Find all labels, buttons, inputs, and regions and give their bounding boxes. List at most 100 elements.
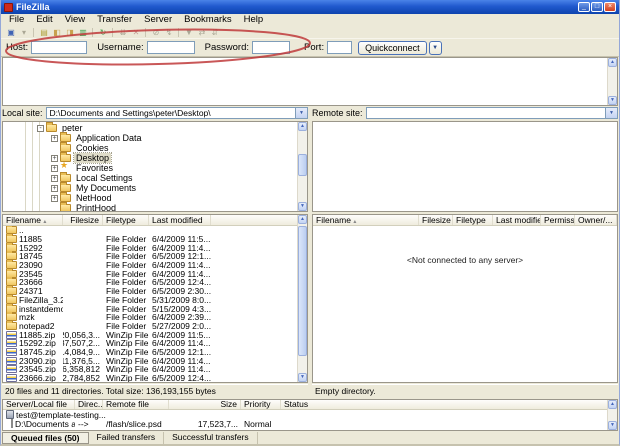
scroll-down-icon[interactable]: ▼: [298, 373, 307, 382]
queue-tabs: Queued files (50)Failed transfersSuccess…: [2, 431, 618, 444]
tree-expander-icon[interactable]: +: [51, 165, 58, 172]
filter-icon[interactable]: ▼: [183, 27, 195, 38]
scroll-down-icon[interactable]: ▼: [608, 421, 617, 430]
refresh-icon[interactable]: ↻: [97, 27, 109, 38]
menu-item[interactable]: Transfer: [91, 14, 138, 26]
site-manager-dropdown-icon[interactable]: ▾: [18, 27, 30, 38]
tree-expander-icon[interactable]: +: [51, 195, 58, 202]
tree-expander-icon[interactable]: +: [51, 135, 58, 142]
tab-successful-transfers[interactable]: Successful transfers: [164, 432, 258, 444]
process-queue-icon[interactable]: ⇊: [117, 27, 129, 38]
queue-scrollbar[interactable]: ▲ ▼: [607, 400, 617, 430]
column-header-remote-file[interactable]: Remote file: [103, 400, 169, 409]
column-header-filetype[interactable]: Filetype: [103, 215, 149, 225]
scroll-up-icon[interactable]: ▲: [608, 58, 617, 67]
toolbar-separator[interactable]: [178, 28, 180, 37]
column-header-last-modified[interactable]: Last modified: [493, 215, 541, 225]
username-input[interactable]: [147, 41, 195, 54]
local-site-combo[interactable]: D:\Documents and Settings\peter\Desktop\…: [46, 107, 308, 119]
toolbar-separator[interactable]: [112, 28, 114, 37]
local-file-list: Filename ▴ Filesize Filetype Last modifi…: [2, 214, 308, 383]
local-pane: Local site: D:\Documents and Settings\pe…: [2, 106, 308, 398]
scroll-up-icon[interactable]: ▲: [298, 122, 307, 131]
disconnect-icon[interactable]: ⊘: [150, 27, 162, 38]
scrollbar-thumb[interactable]: [298, 226, 307, 356]
message-log-toggle-icon[interactable]: ▤: [38, 27, 50, 38]
column-header-last-modified[interactable]: Last modified: [149, 215, 211, 225]
tree-item[interactable]: - peter: [3, 123, 297, 133]
tab-queued-files[interactable]: Queued files (50): [2, 432, 89, 444]
local-list-scrollbar[interactable]: ▲ ▼: [297, 215, 307, 382]
close-button[interactable]: ×: [604, 2, 616, 12]
menu-item[interactable]: Edit: [30, 14, 58, 26]
local-tree-toggle-icon[interactable]: ◧: [51, 27, 63, 38]
comparison-icon[interactable]: ⇄: [196, 27, 208, 38]
queue-file-row[interactable]: D:\Documents and S... --> /flash/slice.p…: [3, 419, 617, 428]
maximize-button[interactable]: □: [591, 2, 603, 12]
scrollbar-thumb[interactable]: [298, 154, 307, 176]
column-header-owner[interactable]: Owner/...: [575, 215, 617, 225]
scroll-up-icon[interactable]: ▲: [298, 215, 307, 224]
tree-item[interactable]: + NetHood: [3, 193, 297, 203]
column-header-filename[interactable]: Filename ▴: [313, 215, 419, 225]
menu-item[interactable]: Server: [138, 14, 178, 26]
remote-tree-toggle-icon[interactable]: ◨: [64, 27, 76, 38]
column-header-size[interactable]: Size: [169, 400, 241, 409]
tree-item[interactable]: + Favorites: [3, 163, 297, 173]
queue-local-file: D:\Documents and S...: [15, 419, 75, 429]
tree-item[interactable]: Cookies: [3, 143, 297, 153]
menu-item[interactable]: Bookmarks: [178, 14, 238, 26]
file-modified: 6/5/2009 12:4...: [149, 373, 211, 382]
reconnect-icon[interactable]: ↯: [163, 27, 175, 38]
quickconnect-dropdown-icon[interactable]: ▼: [429, 41, 442, 55]
scroll-down-icon[interactable]: ▼: [608, 96, 617, 105]
remote-site-combo[interactable]: ▼: [366, 107, 618, 119]
tab-failed-transfers[interactable]: Failed transfers: [89, 432, 165, 444]
column-header-priority[interactable]: Priority: [241, 400, 281, 409]
site-manager-icon[interactable]: ▣: [5, 27, 17, 38]
folder-icon: [60, 194, 71, 202]
remote-site-row: Remote site: ▼: [312, 106, 618, 119]
scroll-up-icon[interactable]: ▲: [608, 400, 617, 409]
tree-expander-icon[interactable]: -: [37, 125, 44, 132]
toolbar-separator[interactable]: [33, 28, 35, 37]
tree-item-label: Application Data: [74, 133, 144, 143]
cancel-icon[interactable]: ✕: [130, 27, 142, 38]
column-header-filename[interactable]: Filename ▴: [3, 215, 63, 225]
chevron-down-icon[interactable]: ▼: [295, 108, 307, 118]
tree-expander-icon[interactable]: +: [51, 175, 58, 182]
tree-item[interactable]: + Desktop: [3, 153, 297, 163]
tree-item[interactable]: + My Documents: [3, 183, 297, 193]
host-input[interactable]: [31, 41, 87, 54]
queue-toggle-icon[interactable]: ▥: [77, 27, 89, 38]
toolbar-separator[interactable]: [92, 28, 94, 37]
menu-item[interactable]: File: [3, 14, 30, 26]
message-log-scrollbar[interactable]: ▲ ▼: [607, 58, 617, 105]
column-header-filesize[interactable]: Filesize: [63, 215, 103, 225]
column-header-filetype[interactable]: Filetype: [453, 215, 493, 225]
column-header-server-local-file[interactable]: Server/Local file: [3, 400, 75, 409]
column-header-direction[interactable]: Direc...: [75, 400, 103, 409]
tree-item[interactable]: PrintHood: [3, 203, 297, 212]
tree-item-label: My Documents: [74, 183, 138, 193]
file-name: 23666.zip: [19, 373, 56, 382]
menu-item[interactable]: View: [59, 14, 91, 26]
menu-item[interactable]: Help: [238, 14, 270, 26]
tree-item[interactable]: + Application Data: [3, 133, 297, 143]
sort-asc-icon: ▴: [43, 219, 46, 225]
chevron-down-icon[interactable]: ▼: [605, 108, 617, 118]
quickconnect-button[interactable]: Quickconnect: [358, 41, 427, 55]
port-input[interactable]: [327, 41, 352, 54]
column-header-filesize[interactable]: Filesize: [419, 215, 453, 225]
sync-browse-icon[interactable]: ⇵: [209, 27, 221, 38]
tree-expander-icon[interactable]: +: [51, 185, 58, 192]
toolbar-separator[interactable]: [145, 28, 147, 37]
tree-expander-icon[interactable]: +: [51, 155, 58, 162]
column-header-permissions[interactable]: Permissi...: [541, 215, 575, 225]
local-tree-scrollbar[interactable]: ▲ ▼: [297, 122, 307, 211]
minimize-button[interactable]: _: [578, 2, 590, 12]
tree-item[interactable]: + Local Settings: [3, 173, 297, 183]
column-header-status[interactable]: Status: [281, 400, 617, 409]
scroll-down-icon[interactable]: ▼: [298, 202, 307, 211]
password-input[interactable]: [252, 41, 290, 54]
